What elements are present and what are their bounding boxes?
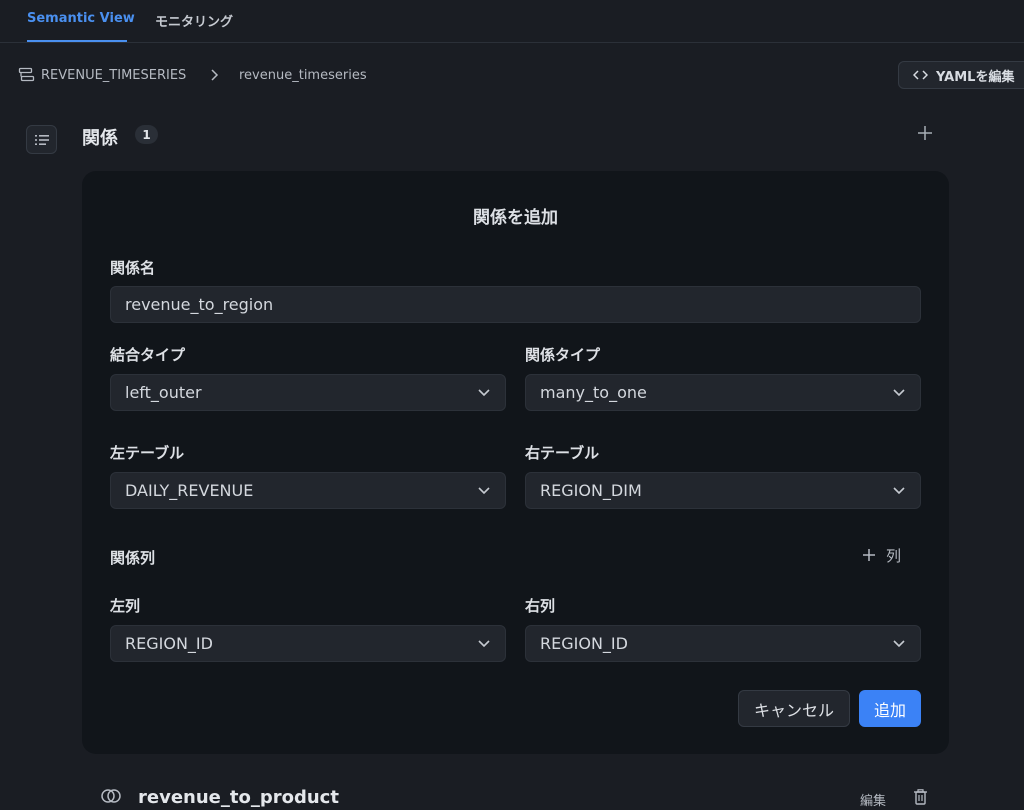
breadcrumb-current-page: revenue_timeseries: [239, 68, 367, 83]
breadcrumb-view-name[interactable]: REVENUE_TIMESERIES: [41, 68, 186, 83]
add-relationship-dialog: 関係を追加 関係名 結合タイプ 関係タイプ left_outer many_to…: [82, 171, 949, 754]
join-type-select[interactable]: left_outer: [110, 374, 506, 411]
edit-yaml-label: YAMLを編集: [936, 69, 1015, 85]
right-column-select[interactable]: REGION_ID: [525, 625, 921, 662]
add-relationship-button[interactable]: [914, 122, 936, 144]
chevron-down-icon: [893, 388, 905, 396]
tab-bar: Semantic View モニタリング: [0, 0, 1024, 43]
active-tab-indicator: [27, 40, 127, 42]
left-table-select[interactable]: DAILY_REVENUE: [110, 472, 506, 509]
right-table-select[interactable]: REGION_DIM: [525, 472, 921, 509]
left-column-value: REGION_ID: [125, 634, 213, 653]
relationship-name-input[interactable]: [110, 286, 921, 323]
relationship-name: revenue_to_product: [138, 787, 339, 808]
list-icon: [34, 134, 49, 145]
trash-icon[interactable]: [913, 789, 928, 805]
chevron-down-icon: [478, 388, 490, 396]
code-icon: [913, 70, 928, 80]
add-button[interactable]: 追加: [859, 690, 921, 727]
relationship-type-select[interactable]: many_to_one: [525, 374, 921, 411]
plus-icon: [863, 549, 875, 561]
right-column-value: REGION_ID: [540, 634, 628, 653]
add-column-label: 列: [886, 546, 902, 565]
left-table-value: DAILY_REVENUE: [125, 481, 254, 500]
relationship-row: revenue_to_product 編集: [82, 760, 949, 810]
section-title: 関係: [82, 128, 118, 149]
left-table-label: 左テーブル: [110, 444, 185, 462]
cancel-button[interactable]: キャンセル: [738, 690, 850, 727]
chevron-down-icon: [478, 486, 490, 494]
edit-yaml-button[interactable]: YAMLを編集: [898, 61, 1024, 89]
right-column-label: 右列: [525, 597, 556, 615]
relationship-columns-label: 関係列: [110, 549, 156, 567]
link-rings-icon: [101, 789, 121, 803]
tab-monitoring[interactable]: モニタリング: [155, 11, 233, 30]
chevron-down-icon: [893, 639, 905, 647]
join-type-label: 結合タイプ: [110, 346, 186, 364]
relationship-type-label: 関係タイプ: [525, 346, 601, 364]
add-column-button[interactable]: 列: [862, 543, 901, 567]
relationship-type-value: many_to_one: [540, 383, 647, 402]
chevron-down-icon: [478, 639, 490, 647]
relationship-count-badge: 1: [135, 125, 158, 144]
right-table-label: 右テーブル: [525, 444, 600, 462]
right-table-value: REGION_DIM: [540, 481, 642, 500]
chevron-down-icon: [893, 486, 905, 494]
relationship-name-label: 関係名: [110, 259, 156, 277]
left-column-select[interactable]: REGION_ID: [110, 625, 506, 662]
semantic-view-icon: [18, 67, 35, 82]
section-outline-button[interactable]: [26, 125, 57, 154]
chevron-right-icon: [211, 69, 219, 81]
join-type-value: left_outer: [125, 383, 202, 402]
dialog-title: 関係を追加: [473, 208, 558, 228]
edit-relationship-button[interactable]: 編集: [860, 790, 886, 809]
tab-semantic-view[interactable]: Semantic View: [27, 11, 135, 26]
left-column-label: 左列: [110, 597, 141, 615]
